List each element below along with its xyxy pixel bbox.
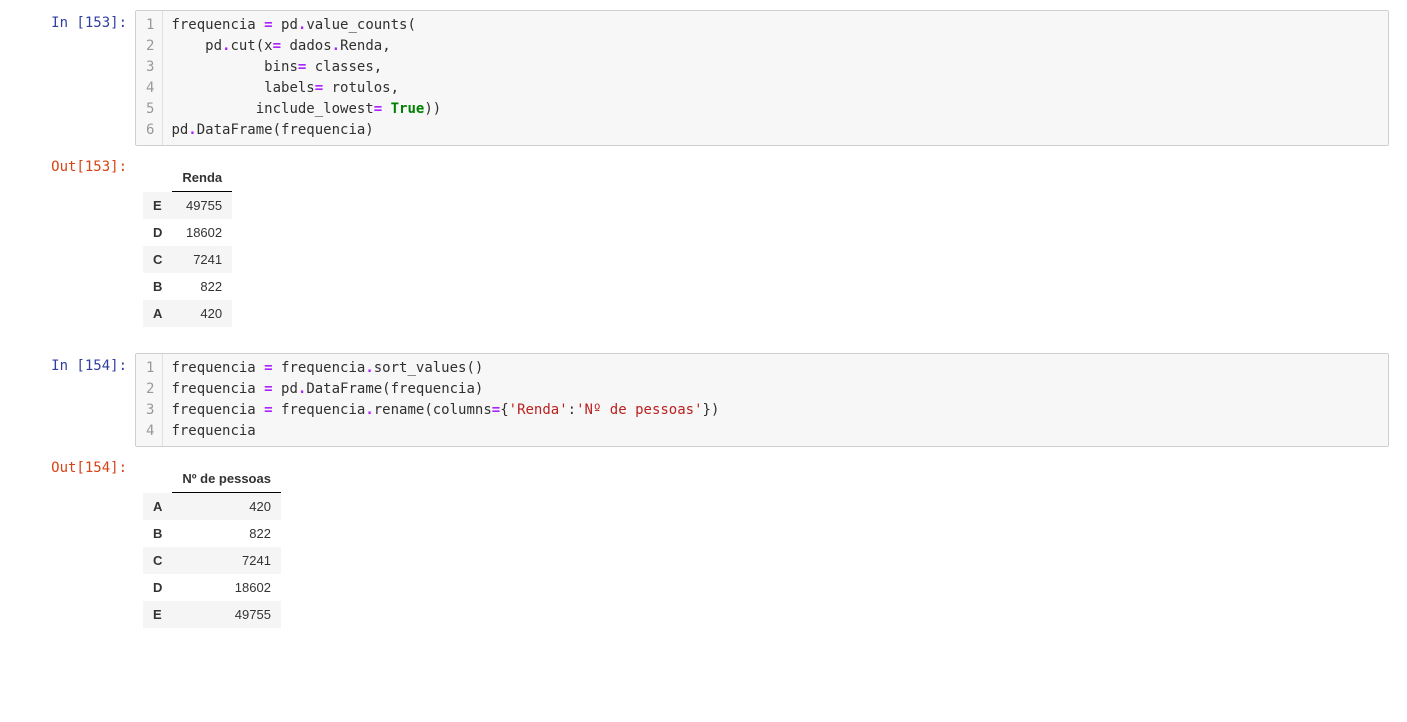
table-cell: 49755	[172, 192, 232, 220]
code-editor[interactable]: frequencia = pd.value_counts( pd.cut(x= …	[163, 11, 1388, 145]
table-row: D18602	[143, 219, 232, 246]
table-cell: 420	[172, 300, 232, 327]
line-number: 4	[146, 78, 154, 99]
row-index: E	[143, 601, 172, 628]
row-index: B	[143, 273, 172, 300]
table-row: E49755	[143, 192, 232, 220]
row-index: B	[143, 520, 172, 547]
row-index: A	[143, 300, 172, 327]
table-cell: 420	[172, 493, 281, 521]
line-number: 3	[146, 57, 154, 78]
input-cell: In [154]: 1 2 3 4 frequencia = frequenci…	[0, 351, 1407, 449]
column-header: Renda	[172, 164, 232, 192]
output-prompt: Out[154]:	[0, 455, 135, 646]
table-cell: 7241	[172, 246, 232, 273]
input-cell: In [153]: 1 2 3 4 5 6 frequencia = pd.va…	[0, 8, 1407, 148]
index-header	[143, 465, 172, 493]
table-cell: 18602	[172, 219, 232, 246]
line-number: 3	[146, 400, 154, 421]
code-editor[interactable]: frequencia = frequencia.sort_values() fr…	[163, 354, 1388, 446]
table-cell: 7241	[172, 547, 281, 574]
table-row: A420	[143, 300, 232, 327]
table-cell: 49755	[172, 601, 281, 628]
line-number: 5	[146, 99, 154, 120]
dataframe-table: RendaE49755D18602C7241B822A420	[143, 164, 232, 327]
row-index: E	[143, 192, 172, 220]
table-row: D18602	[143, 574, 281, 601]
code-input-area[interactable]: 1 2 3 4 frequencia = frequencia.sort_val…	[135, 353, 1389, 447]
line-number: 1	[146, 15, 154, 36]
table-row: C7241	[143, 246, 232, 273]
code-input-area[interactable]: 1 2 3 4 5 6 frequencia = pd.value_counts…	[135, 10, 1389, 146]
output-area: RendaE49755D18602C7241B822A420	[135, 154, 1407, 345]
table-cell: 822	[172, 520, 281, 547]
row-index: C	[143, 246, 172, 273]
line-number: 2	[146, 379, 154, 400]
table-row: B822	[143, 520, 281, 547]
line-gutter: 1 2 3 4 5 6	[136, 11, 163, 145]
input-prompt: In [153]:	[0, 10, 135, 146]
row-index: D	[143, 574, 172, 601]
row-index: D	[143, 219, 172, 246]
table-row: C7241	[143, 547, 281, 574]
output-cell: Out[153]: RendaE49755D18602C7241B822A420	[0, 152, 1407, 347]
output-prompt: Out[153]:	[0, 154, 135, 345]
output-area: Nº de pessoasA420B822C7241D18602E49755	[135, 455, 1407, 646]
row-index: C	[143, 547, 172, 574]
line-number: 2	[146, 36, 154, 57]
index-header	[143, 164, 172, 192]
column-header: Nº de pessoas	[172, 465, 281, 493]
dataframe-table: Nº de pessoasA420B822C7241D18602E49755	[143, 465, 281, 628]
line-number: 4	[146, 421, 154, 442]
row-index: A	[143, 493, 172, 521]
output-cell: Out[154]: Nº de pessoasA420B822C7241D186…	[0, 453, 1407, 648]
line-gutter: 1 2 3 4	[136, 354, 163, 446]
table-row: E49755	[143, 601, 281, 628]
line-number: 6	[146, 120, 154, 141]
table-cell: 822	[172, 273, 232, 300]
table-row: B822	[143, 273, 232, 300]
table-row: A420	[143, 493, 281, 521]
table-cell: 18602	[172, 574, 281, 601]
input-prompt: In [154]:	[0, 353, 135, 447]
line-number: 1	[146, 358, 154, 379]
